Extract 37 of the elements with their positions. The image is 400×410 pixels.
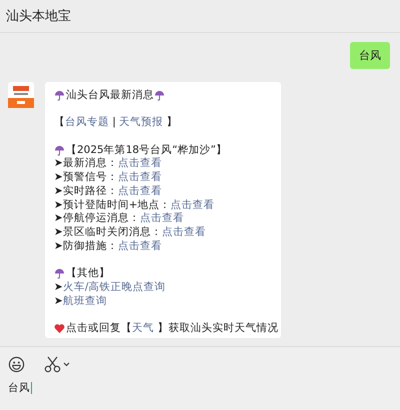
umbrella-icon [54, 90, 65, 102]
link[interactable]: 天气预报 [119, 116, 164, 128]
link[interactable]: 火车/高铁正晚点查询 [62, 280, 166, 293]
link[interactable]: 点击查看 [118, 157, 162, 170]
message-line: ➤停航停运消息：点击查看 [54, 212, 184, 226]
umbrella-icon [54, 145, 65, 156]
avatar-logo-icon [8, 82, 34, 108]
message-input[interactable]: 台风 [8, 381, 32, 395]
message-line: 【2025年第18号台风“桦加沙”】 [66, 144, 227, 157]
umbrella-icon [154, 90, 165, 102]
link[interactable]: 点击查看 [118, 184, 162, 197]
message-line: ➤预警信号：点击查看 [54, 171, 162, 185]
message-line: 【台风专题 | 天气预报 】 [54, 116, 178, 130]
umbrella-icon [54, 268, 65, 280]
link[interactable]: 航班查询 [62, 294, 107, 306]
chat-title: 汕头本地宝 [6, 8, 71, 25]
message-line: 汕头台风最新消息 [66, 89, 154, 103]
message-line: ➤防御措施：点击查看 [54, 240, 162, 254]
link[interactable]: 台风专题 [65, 116, 109, 128]
message-line: ➤火车/高铁正晚点查询 [54, 280, 166, 294]
message-line: ➤实时路径：点击查看 [54, 184, 162, 199]
link[interactable]: 点击查看 [170, 198, 215, 211]
scissors-icon[interactable] [43, 355, 71, 373]
link[interactable]: 点击查看 [140, 212, 184, 224]
heart-icon [54, 323, 65, 334]
message-line: ➤预计登陆时间+地点：点击查看 [54, 198, 215, 212]
link[interactable]: 天气 [132, 322, 158, 334]
message-line: 【其他】 [66, 267, 110, 281]
emoji-icon[interactable] [8, 356, 25, 372]
message-line: ➤航班查询 [54, 294, 107, 308]
link[interactable]: 点击查看 [118, 171, 162, 184]
message-line: 点击或回复【天气 】获取汕头实时天气情况 [66, 322, 278, 336]
message-line: ➤最新消息：点击查看 [54, 157, 162, 171]
message-bubble: 台风 [350, 42, 390, 69]
message-line: ➤景区临时关闭消息：点击查看 [54, 226, 206, 240]
link[interactable]: 点击查看 [118, 240, 162, 252]
link[interactable]: 点击查看 [162, 226, 206, 238]
